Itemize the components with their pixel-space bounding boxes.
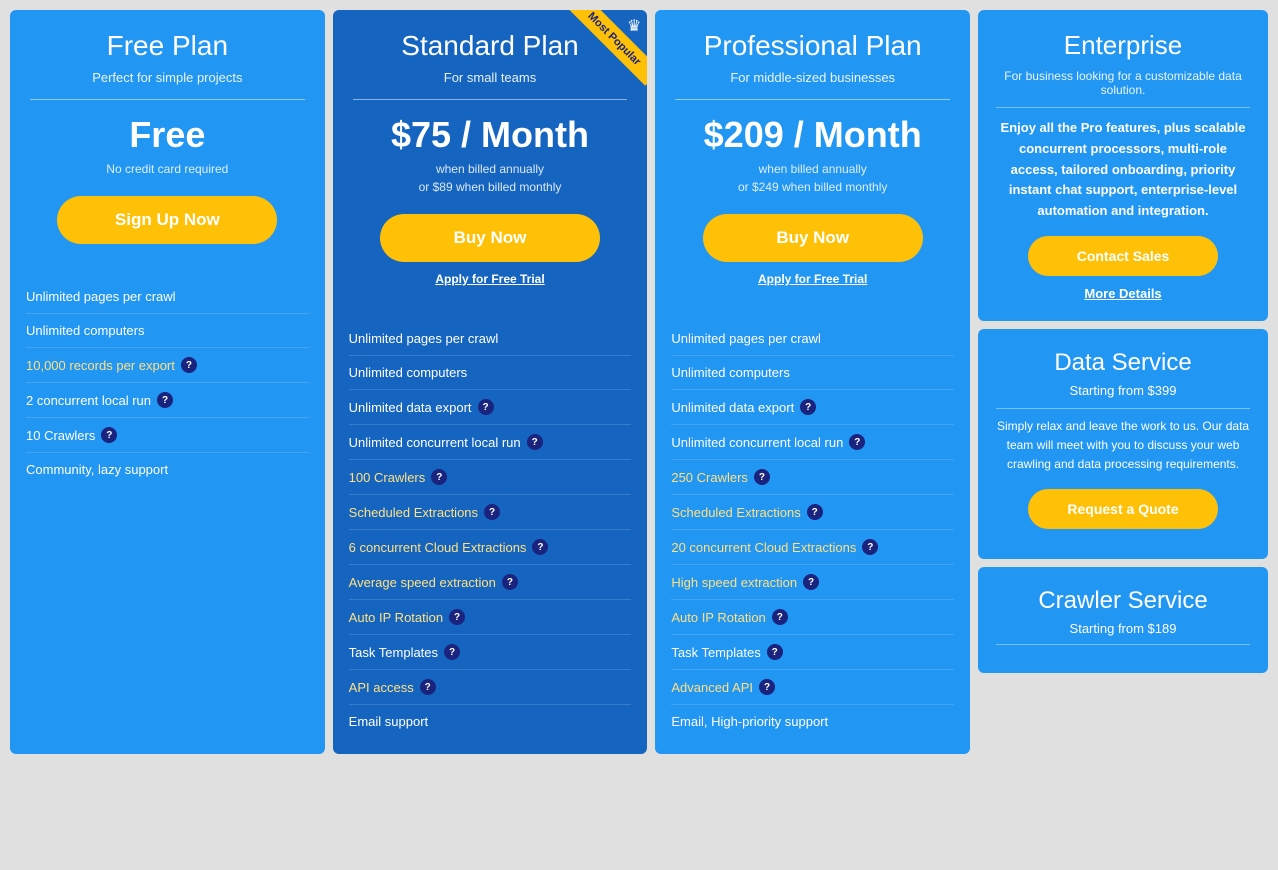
- info-icon[interactable]: ?: [444, 644, 460, 660]
- list-item: Unlimited concurrent local run ?: [671, 425, 954, 460]
- list-item: 100 Crawlers ?: [349, 460, 632, 495]
- pricing-container: Free Plan Perfect for simple projects Fr…: [10, 10, 1268, 754]
- standard-free-trial-link[interactable]: Apply for Free Trial: [353, 272, 628, 286]
- list-item: 2 concurrent local run ?: [26, 383, 309, 418]
- list-item: Community, lazy support: [26, 453, 309, 486]
- list-item: Scheduled Extractions ?: [671, 495, 954, 530]
- info-icon[interactable]: ?: [484, 504, 500, 520]
- standard-plan-price-sub: when billed annuallyor $89 when billed m…: [353, 160, 628, 196]
- free-plan-features: Unlimited pages per crawl Unlimited comp…: [10, 264, 325, 754]
- crawler-service-title: Crawler Service: [996, 587, 1250, 615]
- list-item: Unlimited pages per crawl: [26, 280, 309, 314]
- info-icon[interactable]: ?: [862, 539, 878, 555]
- info-icon[interactable]: ?: [772, 609, 788, 625]
- list-item: Auto IP Rotation ?: [671, 600, 954, 635]
- data-service-cta-button[interactable]: Request a Quote: [1028, 489, 1219, 529]
- list-item: Unlimited computers: [26, 314, 309, 348]
- info-icon[interactable]: ?: [800, 399, 816, 415]
- list-item: Auto IP Rotation ?: [349, 600, 632, 635]
- standard-plan-features: Unlimited pages per crawl Unlimited comp…: [333, 306, 648, 754]
- info-icon[interactable]: ?: [532, 539, 548, 555]
- list-item: Task Templates ?: [671, 635, 954, 670]
- professional-plan-cta-button[interactable]: Buy Now: [703, 214, 923, 262]
- list-item: API access ?: [349, 670, 632, 705]
- data-service-card: Data Service Starting from $399 Simply r…: [978, 329, 1268, 559]
- free-plan-header: Free Plan Perfect for simple projects Fr…: [10, 10, 325, 264]
- right-column: Enterprise For business looking for a cu…: [978, 10, 1268, 754]
- info-icon[interactable]: ?: [767, 644, 783, 660]
- list-item: 10 Crawlers ?: [26, 418, 309, 453]
- list-item: Task Templates ?: [349, 635, 632, 670]
- list-item: Unlimited concurrent local run ?: [349, 425, 632, 460]
- info-icon[interactable]: ?: [420, 679, 436, 695]
- info-icon[interactable]: ?: [478, 399, 494, 415]
- list-item: Unlimited computers: [349, 356, 632, 390]
- info-icon[interactable]: ?: [449, 609, 465, 625]
- free-plan-title: Free Plan: [30, 30, 305, 62]
- info-icon[interactable]: ?: [849, 434, 865, 450]
- crawler-service-price: Starting from $189: [996, 621, 1250, 636]
- professional-plan-features: Unlimited pages per crawl Unlimited comp…: [655, 306, 970, 754]
- list-item: High speed extraction ?: [671, 565, 954, 600]
- professional-free-trial-link[interactable]: Apply for Free Trial: [675, 272, 950, 286]
- enterprise-cta-button[interactable]: Contact Sales: [1028, 236, 1219, 276]
- professional-plan-subtitle: For middle-sized businesses: [675, 70, 950, 85]
- enterprise-subtitle: For business looking for a customizable …: [996, 69, 1250, 97]
- professional-plan-price: $209 / Month: [675, 114, 950, 156]
- standard-plan-subtitle: For small teams: [353, 70, 628, 85]
- info-icon[interactable]: ?: [157, 392, 173, 408]
- list-item: Average speed extraction ?: [349, 565, 632, 600]
- free-plan-cta-button[interactable]: Sign Up Now: [57, 196, 277, 244]
- info-icon[interactable]: ?: [759, 679, 775, 695]
- info-icon[interactable]: ?: [502, 574, 518, 590]
- enterprise-card: Enterprise For business looking for a cu…: [978, 10, 1268, 321]
- standard-plan-price: $75 / Month: [353, 114, 628, 156]
- free-plan-price: Free: [30, 114, 305, 156]
- crown-icon: ♛: [627, 16, 641, 36]
- list-item: 10,000 records per export ?: [26, 348, 309, 383]
- info-icon[interactable]: ?: [754, 469, 770, 485]
- list-item: Unlimited data export ?: [671, 390, 954, 425]
- data-service-description: Simply relax and leave the work to us. O…: [996, 417, 1250, 475]
- standard-plan-card: ♛ Most Popular Standard Plan For small t…: [333, 10, 648, 754]
- data-service-title: Data Service: [996, 349, 1250, 377]
- free-plan-subtitle: Perfect for simple projects: [30, 70, 305, 85]
- standard-plan-cta-button[interactable]: Buy Now: [380, 214, 600, 262]
- professional-plan-price-sub: when billed annuallyor $249 when billed …: [675, 160, 950, 196]
- list-item: 20 concurrent Cloud Extractions ?: [671, 530, 954, 565]
- enterprise-description: Enjoy all the Pro features, plus scalabl…: [996, 118, 1250, 222]
- list-item: Unlimited computers: [671, 356, 954, 390]
- free-plan-price-sub: No credit card required: [30, 160, 305, 178]
- list-item: Email, High-priority support: [671, 705, 954, 738]
- professional-plan-header: Professional Plan For middle-sized busin…: [655, 10, 970, 306]
- list-item: Unlimited pages per crawl: [671, 322, 954, 356]
- info-icon[interactable]: ?: [431, 469, 447, 485]
- data-service-price: Starting from $399: [996, 383, 1250, 398]
- list-item: Unlimited data export ?: [349, 390, 632, 425]
- crawler-service-card: Crawler Service Starting from $189: [978, 567, 1268, 673]
- list-item: 6 concurrent Cloud Extractions ?: [349, 530, 632, 565]
- standard-plan-header: ♛ Most Popular Standard Plan For small t…: [333, 10, 648, 306]
- list-item: 250 Crawlers ?: [671, 460, 954, 495]
- enterprise-more-details-link[interactable]: More Details: [996, 286, 1250, 301]
- list-item: Advanced API ?: [671, 670, 954, 705]
- info-icon[interactable]: ?: [807, 504, 823, 520]
- enterprise-header: Enterprise For business looking for a cu…: [996, 30, 1250, 108]
- info-icon[interactable]: ?: [101, 427, 117, 443]
- professional-plan-card: Professional Plan For middle-sized busin…: [655, 10, 970, 754]
- professional-plan-title: Professional Plan: [675, 30, 950, 62]
- list-item: Scheduled Extractions ?: [349, 495, 632, 530]
- info-icon[interactable]: ?: [181, 357, 197, 373]
- list-item: Unlimited pages per crawl: [349, 322, 632, 356]
- info-icon[interactable]: ?: [527, 434, 543, 450]
- enterprise-title: Enterprise: [996, 30, 1250, 61]
- list-item: Email support: [349, 705, 632, 738]
- free-plan-card: Free Plan Perfect for simple projects Fr…: [10, 10, 325, 754]
- info-icon[interactable]: ?: [803, 574, 819, 590]
- most-popular-ribbon: ♛ Most Popular: [557, 10, 647, 100]
